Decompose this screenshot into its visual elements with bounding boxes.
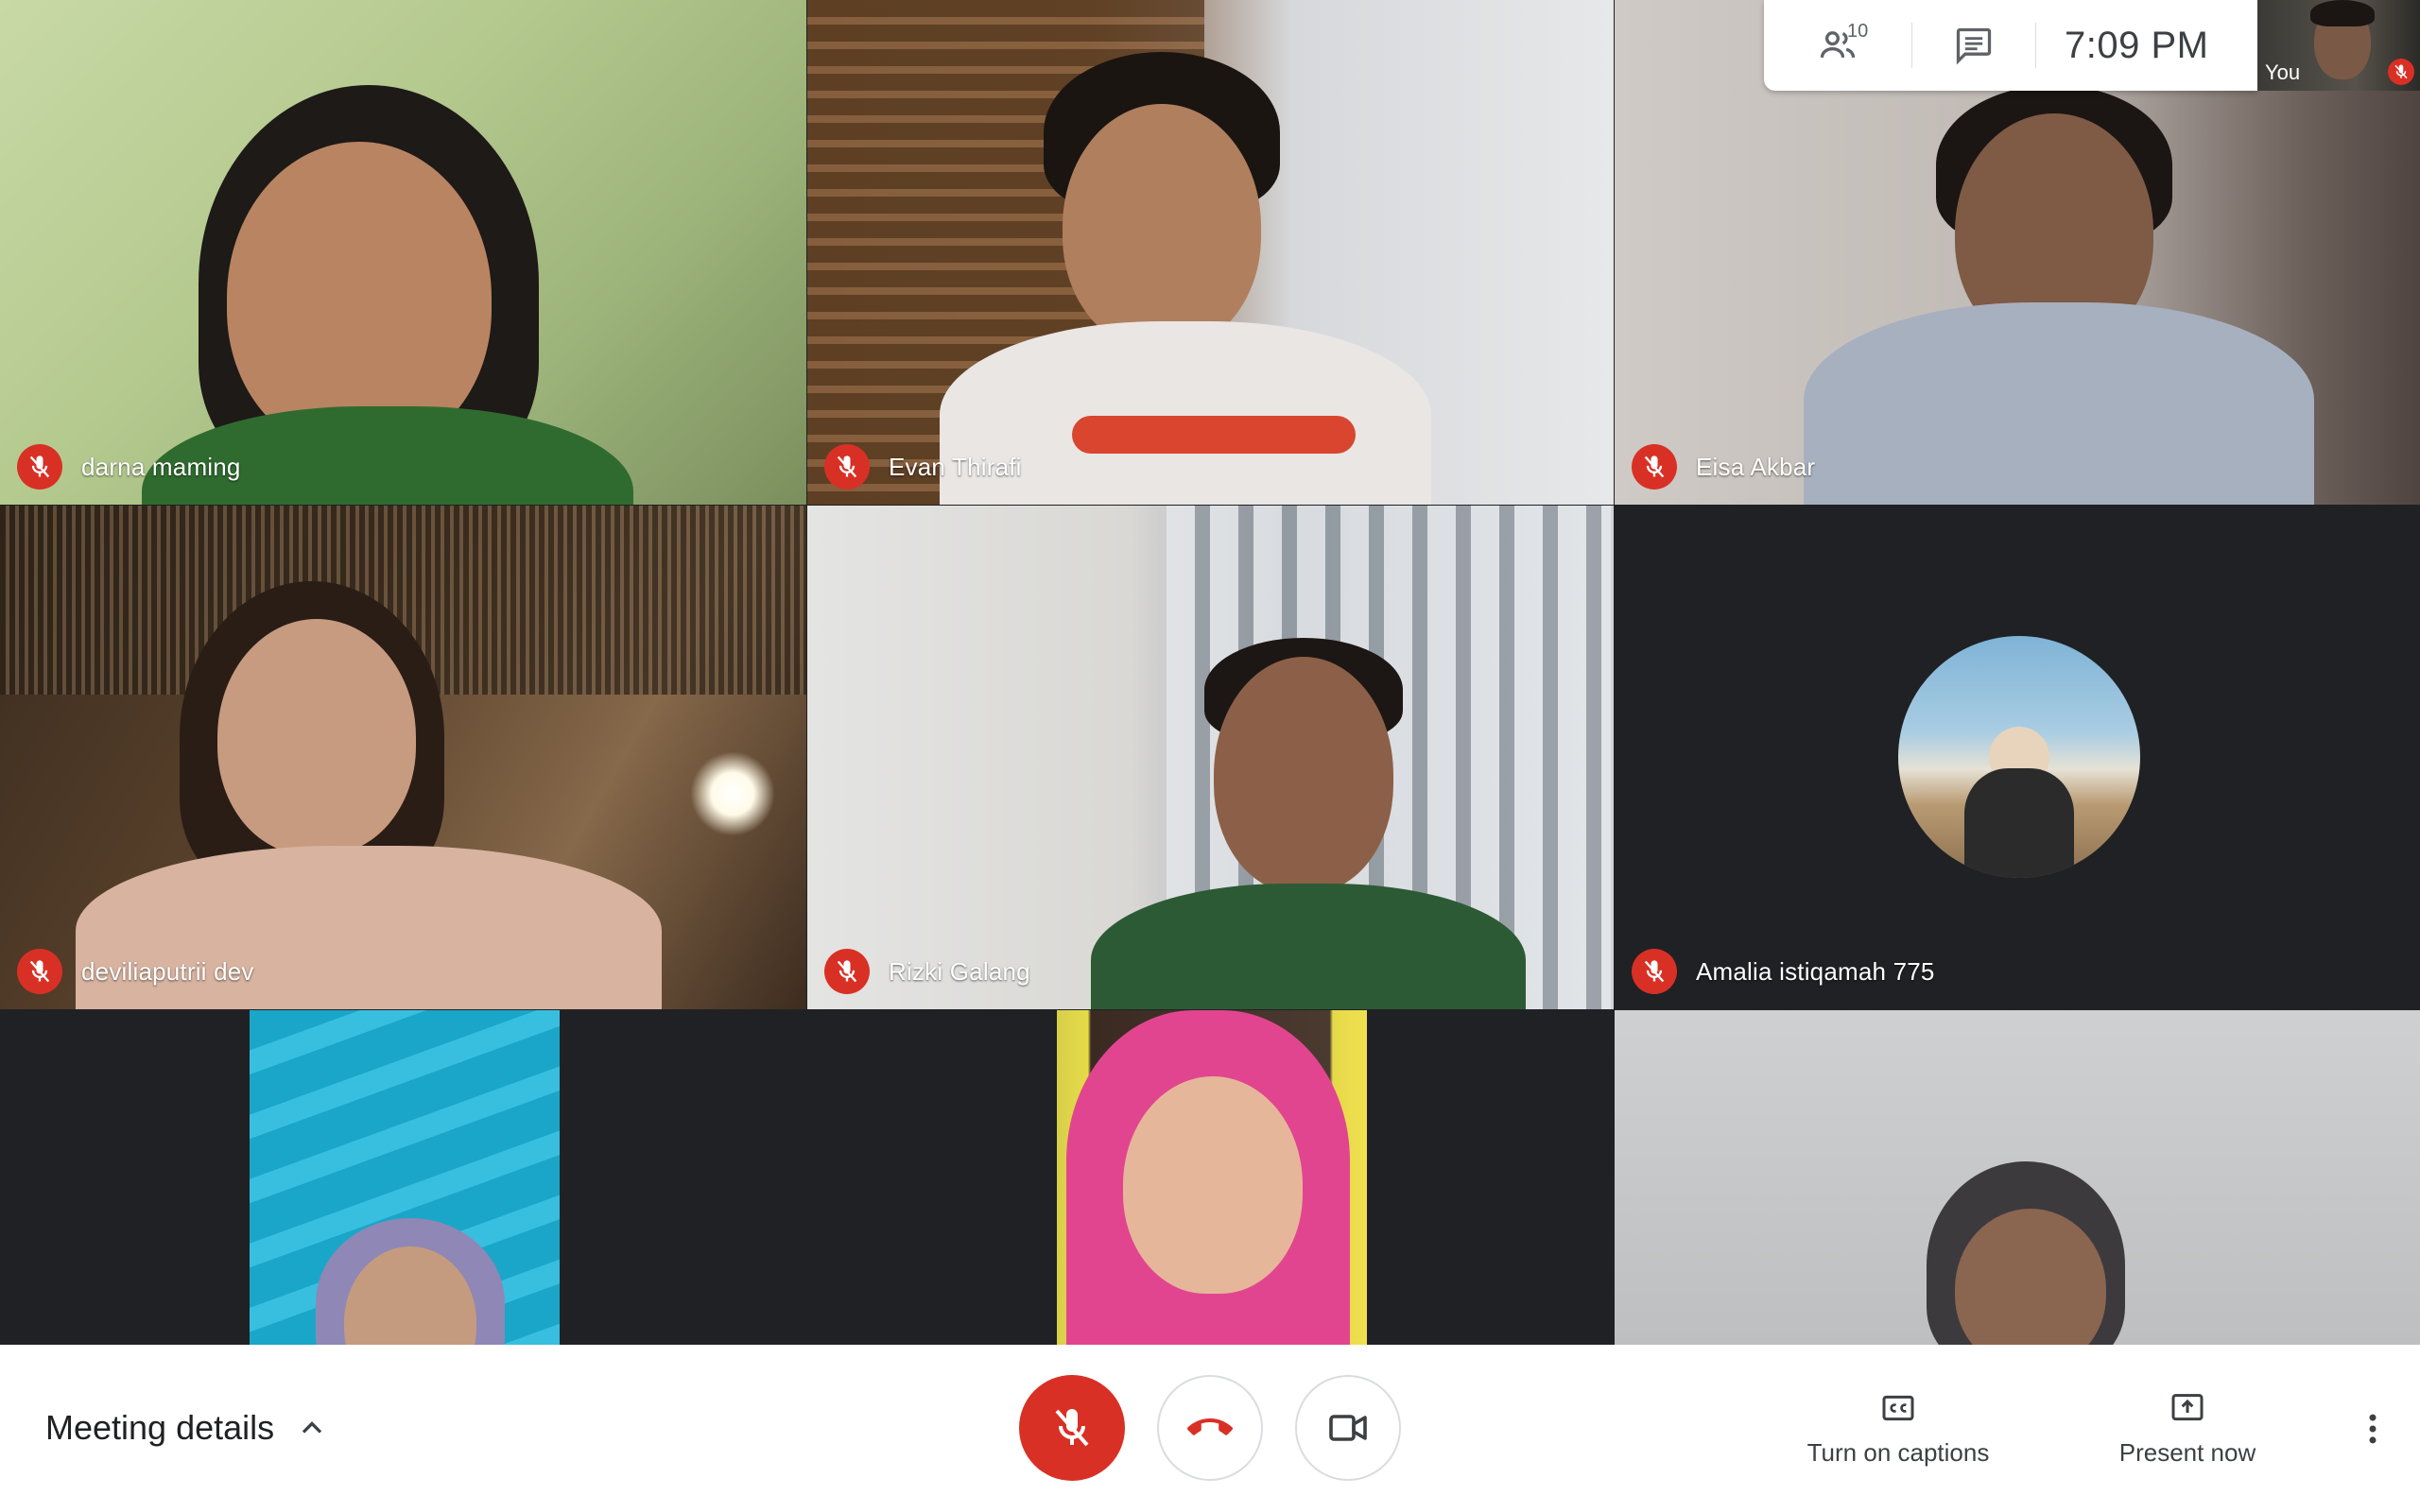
- participant-name: Amalia istiqamah 775: [1696, 956, 1935, 986]
- mic-muted-icon: [824, 444, 870, 490]
- meeting-clock: 7:09 PM: [2065, 24, 2209, 66]
- leave-call-button[interactable]: [1157, 1375, 1263, 1481]
- meeting-details-button[interactable]: Meeting details: [45, 1398, 329, 1458]
- meeting-info-bar: 10 7:09 PM: [1764, 0, 2257, 91]
- mic-muted-icon: [2388, 59, 2414, 85]
- participant-tile-partial[interactable]: [1057, 1010, 1367, 1345]
- self-view-tile[interactable]: You: [2257, 0, 2420, 91]
- participant-name: Rizki Galang: [889, 956, 1030, 986]
- participant-name: Evan Thirafi: [889, 452, 1022, 481]
- participant-nameplate: darna maming: [17, 444, 241, 490]
- present-screen-icon: [2171, 1394, 2204, 1421]
- participant-name: Eisa Akbar: [1696, 452, 1816, 481]
- captions-button[interactable]: Turn on captions: [1775, 1345, 2021, 1512]
- video-camera-icon: [1329, 1415, 1367, 1441]
- self-label: You: [2265, 60, 2301, 84]
- participant-tile-deviliaputrii-dev[interactable]: deviliaputrii dev: [0, 506, 806, 1009]
- meeting-details-label: Meeting details: [45, 1408, 275, 1447]
- call-controls: [1019, 1375, 1401, 1481]
- captions-label: Turn on captions: [1806, 1438, 1990, 1467]
- mic-muted-icon: [824, 949, 870, 994]
- chat-button[interactable]: [1912, 0, 2035, 91]
- control-bar: Meeting details Turn on captions Present…: [0, 1345, 2420, 1512]
- participant-tile-partial[interactable]: [250, 1010, 560, 1345]
- participant-tile-darna-maming[interactable]: darna maming: [0, 0, 806, 505]
- participant-tile-evan-thirafi[interactable]: Evan Thirafi: [807, 0, 1614, 505]
- mic-muted-icon: [1632, 444, 1677, 490]
- participant-avatar: [1898, 636, 2140, 878]
- participant-nameplate: Eisa Akbar: [1632, 444, 1815, 490]
- closed-captions-icon: [1882, 1395, 1914, 1421]
- participant-nameplate: Rizki Galang: [824, 949, 1030, 994]
- present-now-button[interactable]: Present now: [2074, 1345, 2301, 1512]
- video-grid: darna maming Evan Thirafi Eisa Akbar dev…: [0, 0, 2420, 1345]
- participant-count: 10: [1847, 21, 1869, 42]
- chat-icon: [1956, 27, 1992, 65]
- more-vertical-icon: [2369, 1414, 2377, 1443]
- present-label: Present now: [2118, 1438, 2256, 1467]
- participant-tile-partial[interactable]: [1615, 1010, 2420, 1345]
- participant-nameplate: Amalia istiqamah 775: [1632, 949, 1935, 994]
- participant-name: deviliaputrii dev: [81, 956, 254, 986]
- mic-muted-icon: [17, 949, 62, 994]
- mic-muted-icon: [17, 444, 62, 490]
- participant-tile-rizki-galang[interactable]: Rizki Galang: [807, 506, 1614, 1009]
- more-options-button[interactable]: [2339, 1395, 2407, 1463]
- participant-nameplate: Evan Thirafi: [824, 444, 1022, 490]
- participant-nameplate: deviliaputrii dev: [17, 949, 254, 994]
- people-button[interactable]: 10: [1764, 0, 1911, 91]
- mic-off-icon: [1055, 1409, 1089, 1447]
- mic-muted-icon: [1632, 949, 1677, 994]
- participant-tile-amalia-istiqamah[interactable]: Amalia istiqamah 775: [1615, 506, 2420, 1009]
- microphone-toggle-button[interactable]: [1019, 1375, 1125, 1481]
- hang-up-icon: [1187, 1418, 1233, 1435]
- participant-name: darna maming: [81, 452, 241, 481]
- background-light: [690, 751, 775, 836]
- chevron-up-icon: [302, 1421, 322, 1434]
- secondary-controls: Turn on captions Present now: [1775, 1345, 2420, 1512]
- camera-toggle-button[interactable]: [1295, 1375, 1401, 1481]
